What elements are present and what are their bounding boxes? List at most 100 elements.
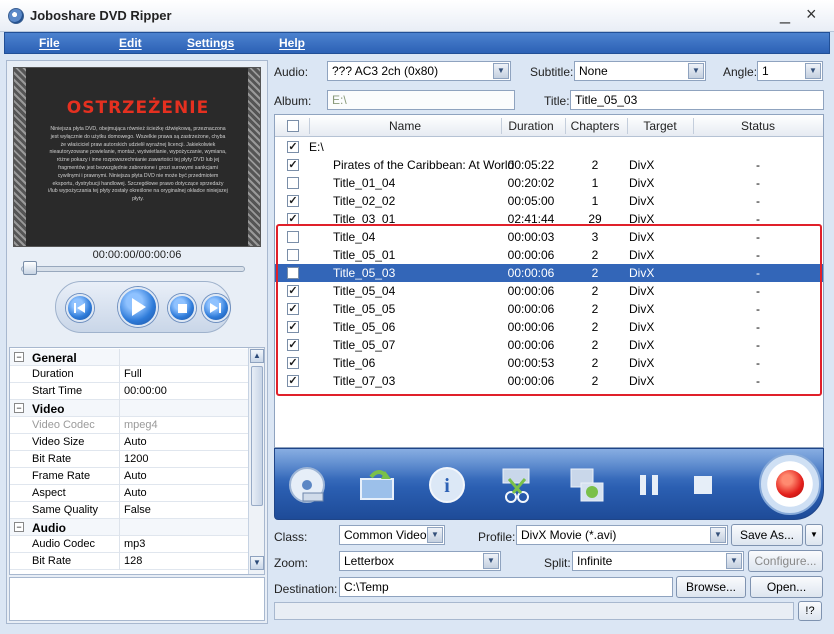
- property-value[interactable]: 00:00:00: [124, 385, 167, 397]
- title-row[interactable]: ✓ Title_07_03 00:00:06 2 DivX -: [275, 372, 823, 390]
- minimize-button[interactable]: _: [780, 4, 790, 25]
- open-button[interactable]: Open...: [750, 576, 823, 598]
- chevron-down-icon[interactable]: ▼: [493, 63, 509, 79]
- property-value[interactable]: mpeg4: [124, 419, 158, 431]
- title-row[interactable]: ✓ Title_02_02 00:05:00 1 DivX -: [275, 192, 823, 210]
- chevron-down-icon[interactable]: ▼: [688, 63, 704, 79]
- split-select[interactable]: Infinite ▼: [572, 551, 744, 571]
- chevron-down-icon[interactable]: ▼: [483, 553, 499, 569]
- pause-button[interactable]: [627, 463, 671, 507]
- property-value[interactable]: Auto: [124, 436, 147, 448]
- save-as-button[interactable]: Save As...: [731, 524, 803, 546]
- select-all-checkbox[interactable]: [287, 120, 299, 132]
- convert-button[interactable]: [759, 453, 821, 515]
- title-checkbox[interactable]: [287, 249, 299, 261]
- property-row[interactable]: Same Quality False: [10, 502, 250, 519]
- title-checkbox[interactable]: ✓: [287, 213, 299, 225]
- property-row[interactable]: Bit Rate 128: [10, 553, 250, 570]
- play-button[interactable]: [118, 287, 158, 327]
- title-row[interactable]: Title_05_03 00:00:06 2 DivX -: [275, 264, 823, 282]
- audio-select[interactable]: ??? AC3 2ch (0x80) ▼: [327, 61, 511, 81]
- title-row[interactable]: ✓ Title_05_06 00:00:06 2 DivX -: [275, 318, 823, 336]
- menu-help[interactable]: Help: [279, 36, 305, 50]
- title-checkbox[interactable]: ✓: [287, 303, 299, 315]
- merge-button[interactable]: [565, 463, 609, 507]
- properties-scrollbar[interactable]: ▲ ▼: [248, 348, 264, 574]
- property-row[interactable]: Frame Rate Auto: [10, 468, 250, 485]
- menu-edit[interactable]: Edit: [119, 36, 142, 50]
- seek-thumb[interactable]: [23, 261, 38, 275]
- collapse-icon[interactable]: −: [14, 522, 24, 532]
- property-value[interactable]: False: [124, 504, 151, 516]
- property-row[interactable]: Aspect Auto: [10, 485, 250, 502]
- title-checkbox[interactable]: ✓: [287, 159, 299, 171]
- title-checkbox[interactable]: ✓: [287, 195, 299, 207]
- title-checkbox[interactable]: ✓: [287, 339, 299, 351]
- property-row[interactable]: Start Time 00:00:00: [10, 383, 250, 400]
- property-row[interactable]: Duration Full: [10, 366, 250, 383]
- collapse-icon[interactable]: −: [14, 352, 24, 362]
- property-group[interactable]: − Video: [10, 400, 250, 417]
- header-status[interactable]: Status: [693, 119, 823, 133]
- chevron-down-icon[interactable]: ▼: [427, 527, 443, 543]
- title-checkbox[interactable]: ✓: [287, 357, 299, 369]
- property-group[interactable]: − Audio: [10, 519, 250, 536]
- property-value[interactable]: 128: [124, 555, 142, 567]
- title-checkbox[interactable]: ✓: [287, 375, 299, 387]
- configure-button[interactable]: Configure...: [748, 550, 823, 572]
- title-row[interactable]: Title_01_04 00:20:02 1 DivX -: [275, 174, 823, 192]
- zoom-select[interactable]: Letterbox ▼: [339, 551, 501, 571]
- header-name[interactable]: Name: [309, 119, 501, 133]
- title-row[interactable]: ✓ Title_05_04 00:00:06 2 DivX -: [275, 282, 823, 300]
- title-row[interactable]: Title_04 00:00:03 3 DivX -: [275, 228, 823, 246]
- title-checkbox[interactable]: ✓: [287, 285, 299, 297]
- open-folder-button[interactable]: [355, 463, 399, 507]
- menu-file[interactable]: File: [39, 36, 60, 50]
- property-row[interactable]: Bit Rate 1200: [10, 451, 250, 468]
- stop-preview-button[interactable]: [168, 294, 196, 322]
- title-row[interactable]: ✓ Title_05_05 00:00:06 2 DivX -: [275, 300, 823, 318]
- property-value[interactable]: mp3: [124, 538, 145, 550]
- scroll-up-arrow[interactable]: ▲: [250, 349, 264, 363]
- profile-select[interactable]: DivX Movie (*.avi) ▼: [516, 525, 728, 545]
- destination-field[interactable]: C:\Temp: [339, 577, 673, 597]
- header-chapters[interactable]: Chapters: [565, 119, 625, 133]
- property-group[interactable]: − General: [10, 349, 250, 366]
- save-as-dropdown[interactable]: ▼: [805, 524, 823, 546]
- property-value[interactable]: 1200: [124, 453, 148, 465]
- info-button[interactable]: i: [425, 463, 469, 507]
- load-dvd-button[interactable]: [285, 463, 329, 507]
- list-root-row[interactable]: ✓ E:\: [275, 138, 823, 156]
- subtitle-select[interactable]: None ▼: [574, 61, 706, 81]
- title-checkbox[interactable]: [287, 267, 299, 279]
- title-row[interactable]: ✓ Pirates of the Caribbean: At World 00:05…: [275, 156, 823, 174]
- title-field[interactable]: Title_05_03: [570, 90, 824, 110]
- chevron-down-icon[interactable]: ▼: [805, 63, 821, 79]
- collapse-icon[interactable]: −: [14, 403, 24, 413]
- chevron-down-icon[interactable]: ▼: [710, 527, 726, 543]
- title-checkbox[interactable]: [287, 177, 299, 189]
- class-select[interactable]: Common Video ▼: [339, 525, 445, 545]
- property-row[interactable]: Audio Codec mp3: [10, 536, 250, 553]
- header-duration[interactable]: Duration: [501, 119, 561, 133]
- previous-button[interactable]: [66, 294, 94, 322]
- angle-select[interactable]: 1 ▼: [757, 61, 823, 81]
- root-checkbox[interactable]: ✓: [287, 141, 299, 153]
- title-row[interactable]: Title_05_01 00:00:06 2 DivX -: [275, 246, 823, 264]
- property-value[interactable]: Auto: [124, 487, 147, 499]
- next-button[interactable]: [202, 294, 230, 322]
- album-field[interactable]: E:\: [327, 90, 515, 110]
- chevron-down-icon[interactable]: ▼: [726, 553, 742, 569]
- property-row[interactable]: Video Size Auto: [10, 434, 250, 451]
- title-checkbox[interactable]: [287, 231, 299, 243]
- seek-bar[interactable]: [21, 266, 245, 272]
- title-row[interactable]: ✓ Title_05_07 00:00:06 2 DivX -: [275, 336, 823, 354]
- stop-button[interactable]: [681, 463, 725, 507]
- scroll-down-arrow[interactable]: ▼: [250, 556, 264, 570]
- close-button[interactable]: ×: [806, 4, 817, 25]
- property-row[interactable]: Video Codec mpeg4: [10, 417, 250, 434]
- browse-button[interactable]: Browse...: [676, 576, 746, 598]
- header-target[interactable]: Target: [627, 119, 693, 133]
- scroll-thumb[interactable]: [251, 366, 263, 506]
- title-checkbox[interactable]: ✓: [287, 321, 299, 333]
